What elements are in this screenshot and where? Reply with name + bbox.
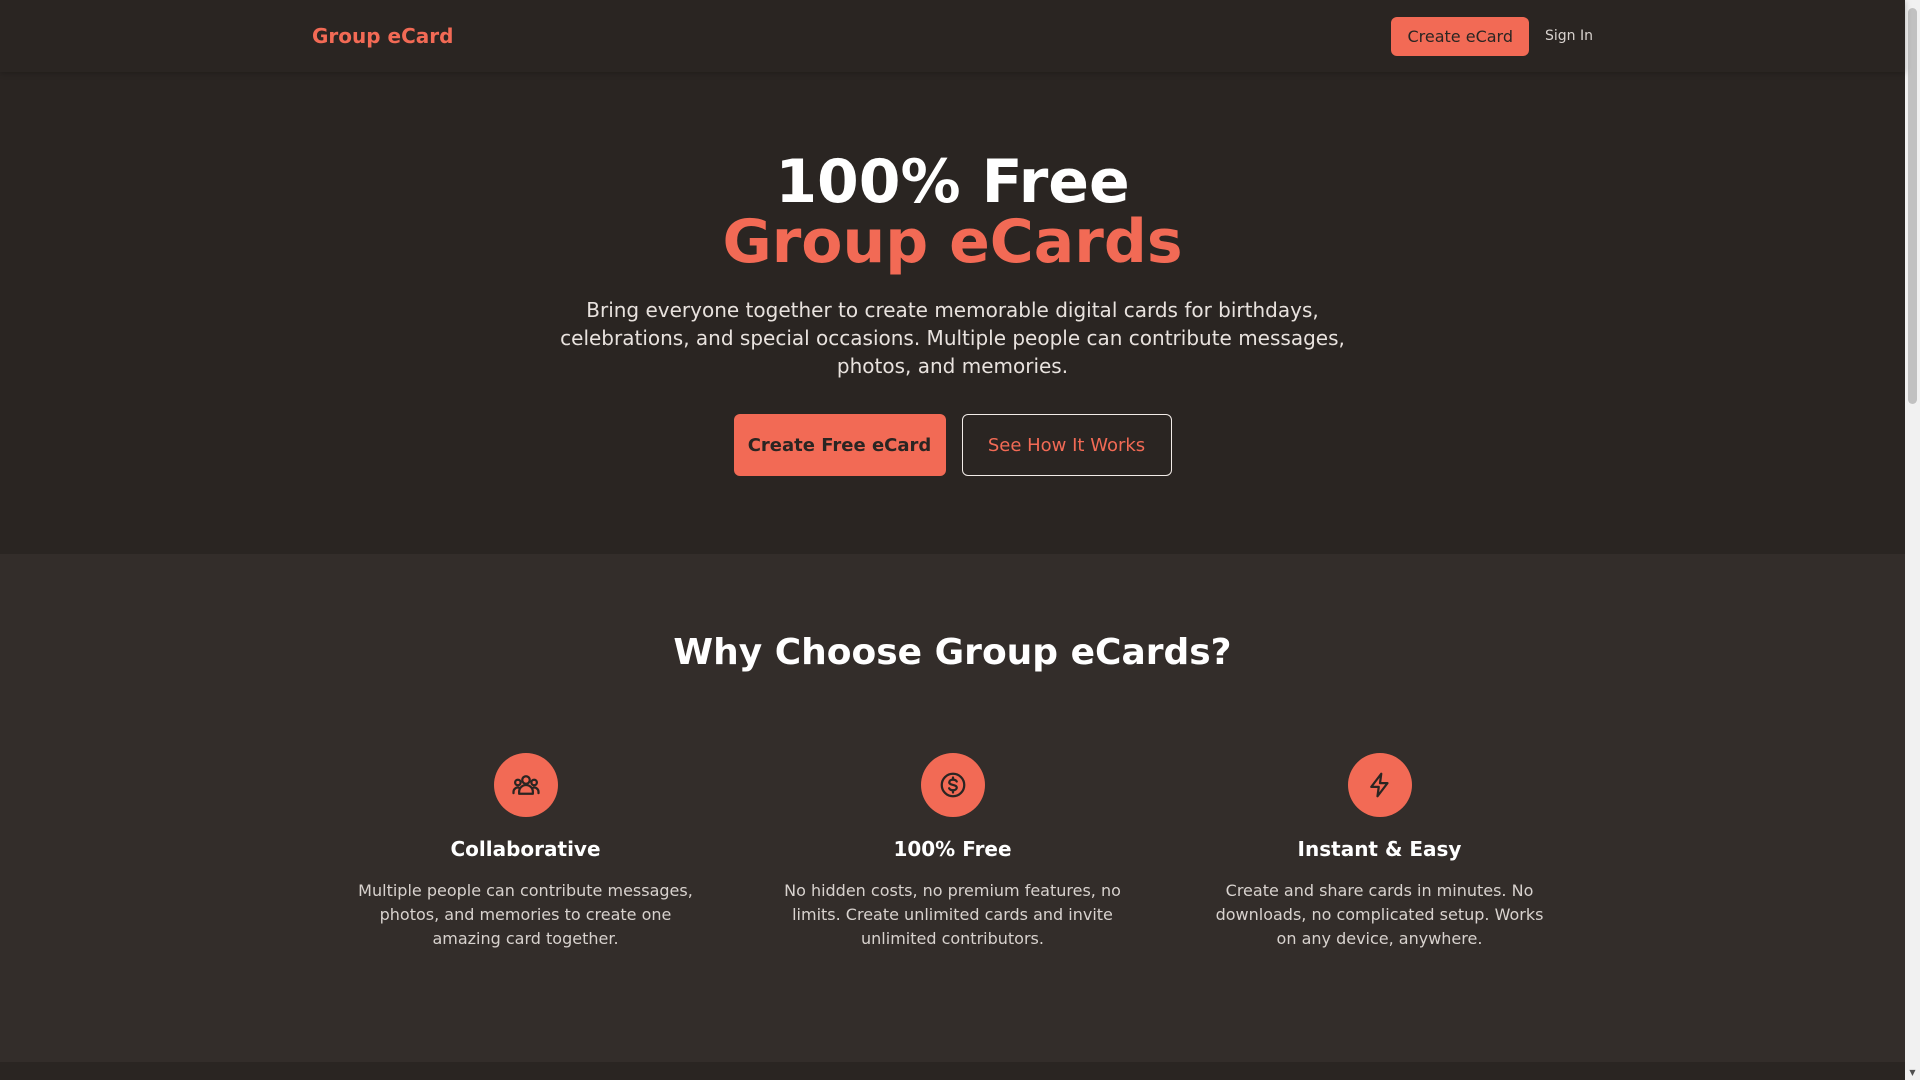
hero-title-line1: 100% Free bbox=[775, 147, 1130, 217]
feature-description: Create and share cards in minutes. No do… bbox=[1215, 881, 1544, 948]
next-section-edge bbox=[0, 1062, 1905, 1080]
feature-title: Collaborative bbox=[450, 837, 601, 861]
features-section: Why Choose Group eCards? Collaborative M… bbox=[0, 554, 1905, 1062]
lightning-icon bbox=[1347, 753, 1412, 817]
feature-collaborative: Collaborative Multiple people can contri… bbox=[352, 753, 699, 951]
sign-in-link[interactable]: Sign In bbox=[1545, 28, 1593, 44]
hero-actions: Create Free eCard See How It Works bbox=[733, 414, 1172, 476]
nav-actions: Create eCard Sign In bbox=[1391, 16, 1593, 56]
create-ecard-button[interactable]: Create eCard bbox=[1391, 16, 1529, 56]
scroll-down-arrow-icon[interactable]: ▼ bbox=[1908, 1068, 1917, 1078]
hero-title-line2: Group eCards bbox=[722, 207, 1183, 277]
hero-subtitle: Bring everyone together to create memora… bbox=[560, 298, 1345, 378]
see-how-it-works-button[interactable]: See How It Works bbox=[961, 414, 1172, 476]
page: Group eCard Create eCard Sign In 100% Fr… bbox=[0, 0, 1905, 1080]
feature-instant: Instant & Easy Create and share cards in… bbox=[1206, 753, 1553, 951]
hero-section: 100% Free Group eCards Bring everyone to… bbox=[0, 72, 1905, 554]
feature-description: No hidden costs, no premium features, no… bbox=[784, 881, 1121, 948]
users-icon bbox=[493, 753, 558, 817]
feature-title: 100% Free bbox=[893, 837, 1012, 861]
feature-description: Multiple people can contribute messages,… bbox=[358, 881, 693, 948]
feature-free: 100% Free No hidden costs, no premium fe… bbox=[779, 753, 1126, 951]
feature-list: Collaborative Multiple people can contri… bbox=[352, 753, 1553, 951]
page-scrollbar[interactable]: ▼ bbox=[1905, 0, 1920, 1080]
create-free-ecard-button[interactable]: Create Free eCard bbox=[733, 414, 946, 476]
dollar-icon bbox=[920, 753, 985, 817]
top-nav: Group eCard Create eCard Sign In bbox=[0, 0, 1905, 72]
features-title: Why Choose Group eCards? bbox=[673, 632, 1232, 673]
brand-logo[interactable]: Group eCard bbox=[312, 24, 453, 48]
feature-title: Instant & Easy bbox=[1297, 837, 1462, 861]
scrollbar-thumb[interactable] bbox=[1908, 8, 1917, 404]
